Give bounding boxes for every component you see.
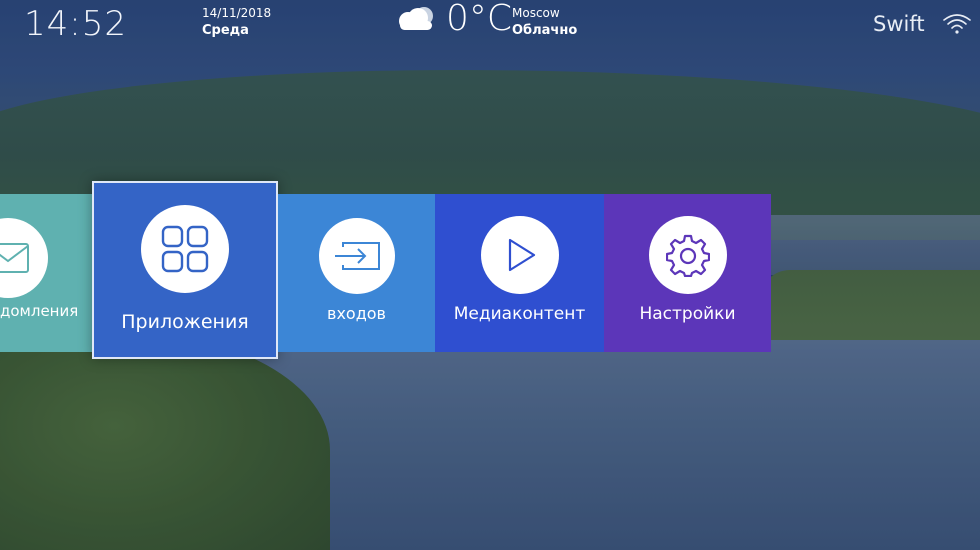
tile-label: Приложения [121,311,249,333]
gear-icon [648,216,727,294]
day-of-week: Среда [202,23,249,38]
input-source-icon [318,218,395,294]
weather-condition: Облачно [512,23,578,38]
tile-settings[interactable]: Настройки [604,194,771,352]
network-name: Swift [873,12,925,36]
play-icon [480,216,559,294]
weather-location: Moscow Облачно [512,4,577,40]
tile-apps[interactable]: Приложения [92,181,278,359]
wifi-icon [942,12,972,40]
date-text: 14/11/2018 [202,6,272,20]
tile-notifications[interactable]: домления [0,194,94,352]
clock: 14:52 [24,4,127,44]
tile-label: домления [0,302,79,320]
tile-label: Настройки [639,304,736,324]
city-name: Moscow [512,6,560,20]
tile-media[interactable]: Медиаконтент [435,194,604,352]
apps-grid-icon [141,205,229,293]
date-block: 14/11/2018 Среда [202,4,271,40]
tile-label: входов [327,304,386,323]
tile-label: Медиаконтент [453,304,586,324]
mail-icon [0,218,48,298]
temperature: 0°C [446,0,513,39]
tile-inputs[interactable]: входов [278,194,435,352]
status-bar: 14:52 14/11/2018 Среда 0°C Moscow Облачн… [0,0,980,50]
cloud-icon [394,5,438,39]
